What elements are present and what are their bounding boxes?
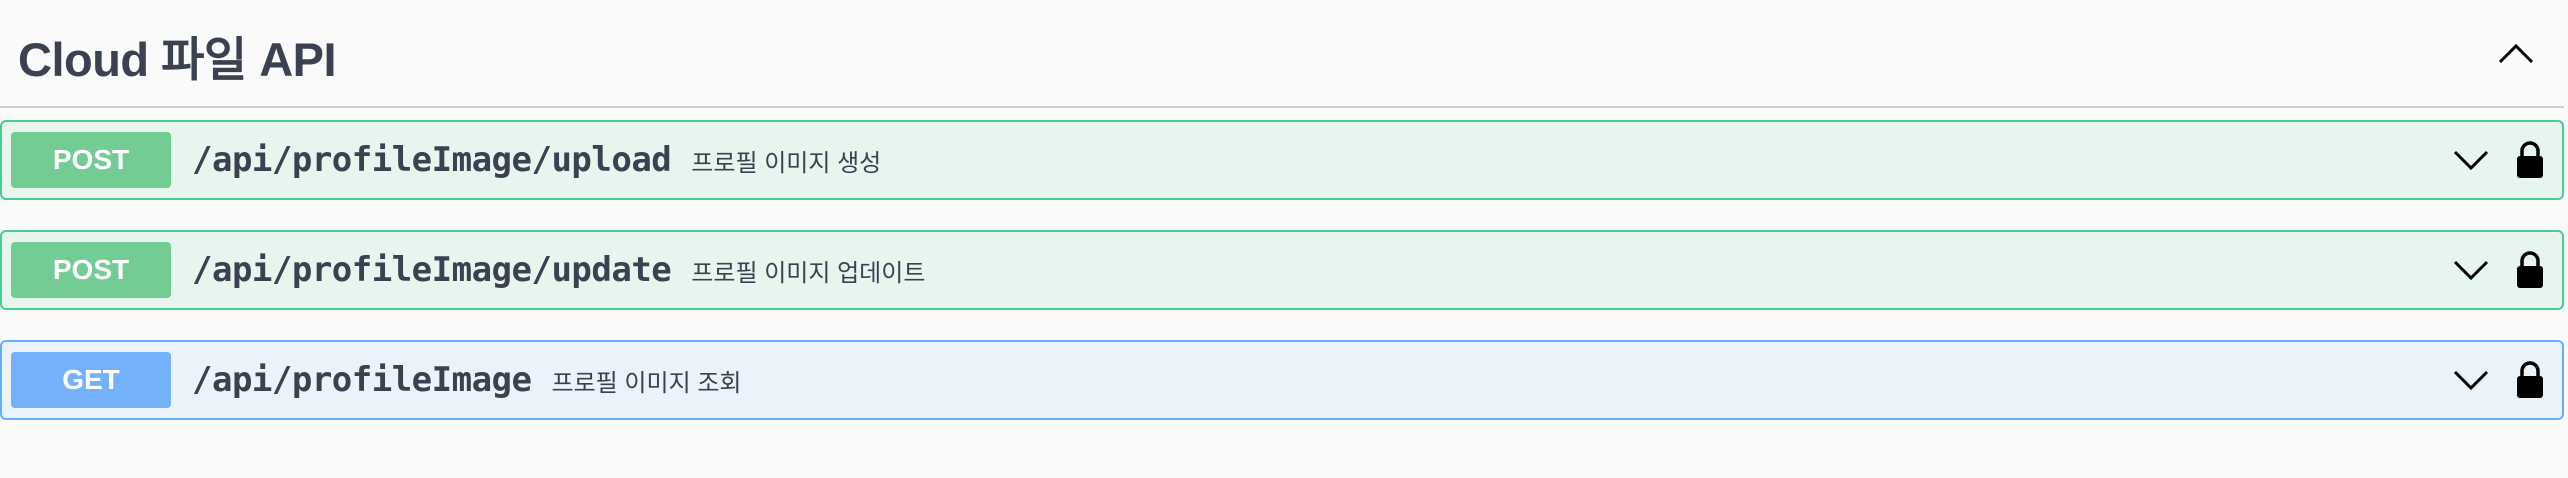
endpoint-path: /api/profileImage/update	[192, 250, 672, 290]
authorize-button[interactable]	[2508, 245, 2552, 295]
expand-operation-button[interactable]	[2446, 135, 2496, 185]
authorize-button[interactable]	[2508, 135, 2552, 185]
method-badge: GET	[11, 352, 171, 408]
endpoint-summary: 프로필 이미지 조회	[551, 369, 742, 397]
lock-icon	[2517, 141, 2543, 178]
collapse-section-button[interactable]	[2486, 23, 2546, 83]
endpoint-summary: 프로필 이미지 업데이트	[691, 259, 926, 287]
section-header[interactable]: Cloud 파일 API	[0, 0, 2564, 108]
endpoint-path: /api/profileImage/upload	[192, 140, 672, 180]
endpoint-path: /api/profileImage	[192, 360, 532, 400]
cloud-file-api-section: Cloud 파일 API POST /api/profileImage/uplo…	[0, 0, 2568, 478]
expand-operation-button[interactable]	[2446, 355, 2496, 405]
method-badge: POST	[11, 242, 171, 298]
chevron-up-icon	[2498, 43, 2534, 64]
lock-icon	[2517, 361, 2543, 398]
section-title: Cloud 파일 API	[18, 32, 337, 86]
operation-post-upload[interactable]: POST /api/profileImage/upload 프로필 이미지 생성	[0, 120, 2564, 200]
operation-post-update[interactable]: POST /api/profileImage/update 프로필 이미지 업데…	[0, 230, 2564, 310]
chevron-down-icon	[2453, 150, 2489, 171]
method-badge: POST	[11, 132, 171, 188]
lock-icon	[2517, 251, 2543, 288]
operation-get-profile-image[interactable]: GET /api/profileImage 프로필 이미지 조회	[0, 340, 2564, 420]
chevron-down-icon	[2453, 370, 2489, 391]
endpoint-summary: 프로필 이미지 생성	[691, 149, 882, 177]
expand-operation-button[interactable]	[2446, 245, 2496, 295]
authorize-button[interactable]	[2508, 355, 2552, 405]
chevron-down-icon	[2453, 260, 2489, 281]
